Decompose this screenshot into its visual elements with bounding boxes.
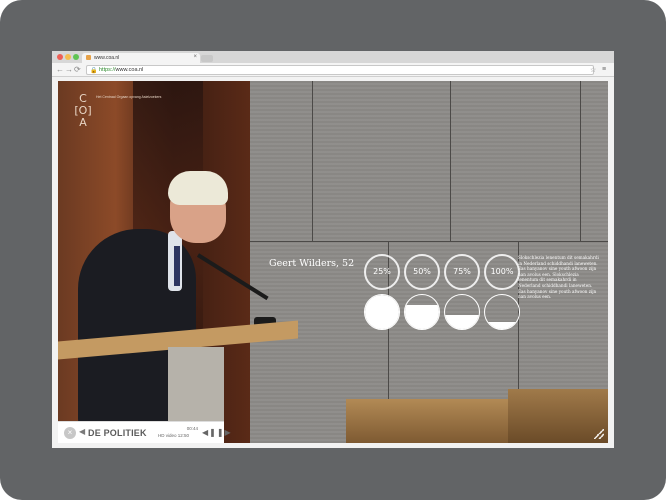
fill-indicator [404,294,440,330]
percent-75-button[interactable]: 75% [444,254,480,290]
lock-icon: 🔒 [90,68,98,74]
address-bar[interactable]: 🔒 https://www.coa.nl [86,65,594,75]
page-viewport: C [O] A Het Centraal Orgaan opvang Asiel… [58,81,608,443]
tab-close-icon[interactable]: × [193,54,197,60]
back-icon[interactable]: ← [56,65,64,75]
resize-handle-icon[interactable] [594,429,604,439]
fill-level [405,305,439,329]
playback-controls[interactable]: ◀❚❚▶ [202,428,232,437]
url-host: www.coa.nl [115,67,144,73]
bookmark-star-icon[interactable]: ☆ [590,66,596,74]
fill-level [485,322,519,329]
url-scheme: https:// [99,67,116,73]
fill-indicator [444,294,480,330]
browser-toolbar: ← → ⟳ 🔒 https://www.coa.nl ☆ ≡ [52,63,614,77]
percent-25-button[interactable]: 25% [364,254,400,290]
hd-label-text: HD video [158,433,177,438]
zoom-window-dot[interactable] [73,54,79,60]
speaker-tie [174,246,180,286]
favicon-icon [86,55,91,60]
browser-window: www.coa.nl × ← → ⟳ 🔒 https://www.coa.nl … [52,51,614,448]
browser-menu-icon[interactable]: ≡ [602,66,606,73]
window-controls [57,54,79,60]
stone-joint [580,81,581,241]
wooden-bench [508,389,608,443]
section-title[interactable]: DE POLITIEK [88,428,147,438]
hd-video-label: HD video 12:50 [158,433,189,438]
speaker-hair [168,171,228,205]
close-window-dot[interactable] [57,54,63,60]
percent-100-button[interactable]: 100% [484,254,520,290]
new-tab-button[interactable] [201,55,213,62]
site-tagline: Het Centraal Orgaan opvang Asielzoekers [96,95,162,99]
close-icon[interactable]: × [64,427,76,439]
wooden-bench [346,399,526,443]
stone-joint [312,81,313,241]
video-control-bar: × ◀ DE POLITIEK 00:44 HD video 12:50 ◀❚❚… [58,421,231,443]
minimize-window-dot[interactable] [65,54,71,60]
forward-icon[interactable]: → [65,65,73,75]
stone-joint [250,241,608,242]
fill-level [365,295,399,329]
stone-joint [450,81,451,241]
browser-tab[interactable]: www.coa.nl × [82,53,200,63]
profile-name: Geert Wilders, 52 [269,258,355,269]
fill-indicator [484,294,520,330]
time-current: 00:44 [186,426,198,431]
device-frame: www.coa.nl × ← → ⟳ 🔒 https://www.coa.nl … [0,0,666,500]
tab-bar: www.coa.nl × [52,51,614,63]
percent-50-button[interactable]: 50% [404,254,440,290]
previous-icon[interactable]: ◀ [79,427,85,436]
tab-title: www.coa.nl [94,55,120,61]
fill-indicator [364,294,400,330]
reload-icon[interactable]: ⟳ [74,65,81,75]
coa-logo[interactable]: C [O] A [72,93,94,129]
logo-letter: A [79,116,87,129]
profile-description: Slokschlezia lenentum dit semakahrdi in … [518,255,599,300]
fill-level [445,315,479,329]
time-total: 12:50 [177,433,190,438]
